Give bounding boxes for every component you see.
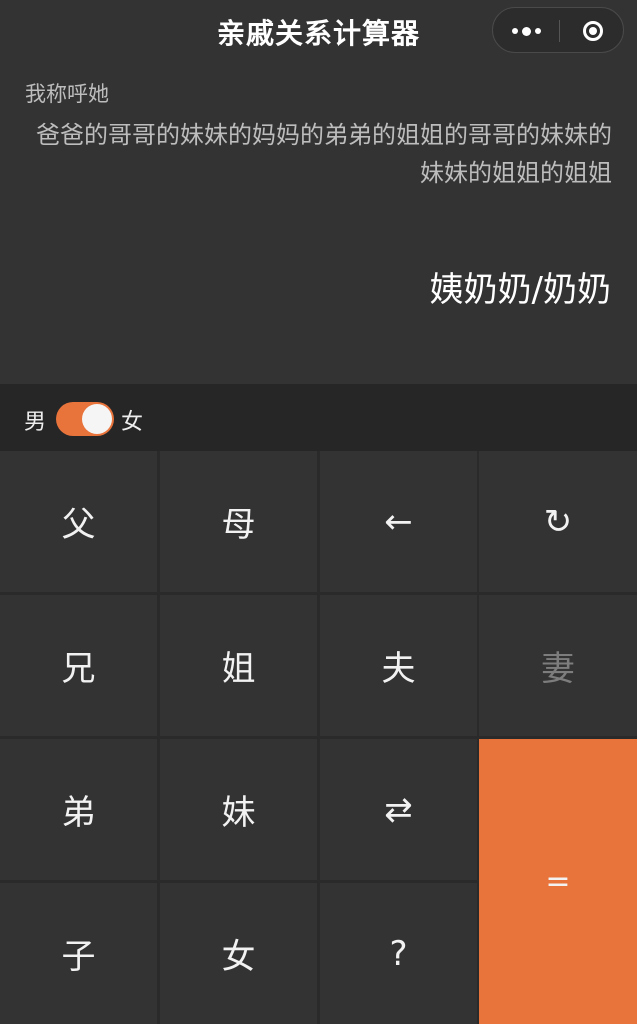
key-older-brother[interactable]: 兄 [0, 595, 157, 736]
key-wife[interactable]: 妻 [479, 595, 637, 736]
key-son[interactable]: 子 [0, 883, 157, 1024]
gender-female-label: 女 [121, 410, 144, 435]
key-husband[interactable]: 夫 [320, 595, 477, 736]
nav-bar: 亲戚关系计算器 [0, 0, 637, 64]
key-younger-brother[interactable]: 弟 [0, 739, 157, 880]
relation-result: 姨奶奶/奶奶 [429, 270, 611, 310]
equals-button[interactable]: = [479, 739, 637, 1024]
reset-button[interactable]: ↻ [479, 451, 637, 592]
display-label: 我称呼她 [25, 82, 109, 106]
key-father[interactable]: 父 [0, 451, 157, 592]
close-button[interactable] [560, 8, 625, 54]
question-button[interactable]: ? [320, 883, 477, 1024]
swap-button[interactable]: ⇄ [320, 739, 477, 880]
capsule-menu [492, 7, 624, 53]
key-daughter[interactable]: 女 [160, 883, 317, 1024]
key-older-sister[interactable]: 姐 [160, 595, 317, 736]
relation-expression: 爸爸的哥哥的妹妹的妈妈的弟弟的姐姐的哥哥的妹妹的妹妹的姐姐的姐姐 [36, 121, 612, 187]
gender-male-label: 男 [24, 410, 47, 435]
toggle-knob [82, 404, 112, 434]
gender-toggle[interactable] [56, 402, 114, 436]
more-dots-icon [510, 26, 543, 36]
more-button[interactable] [493, 8, 559, 54]
target-icon [582, 21, 603, 41]
key-mother[interactable]: 母 [160, 451, 317, 592]
key-younger-sister[interactable]: 妹 [160, 739, 317, 880]
keypad: 父 母 ← ↻ 兄 姐 夫 妻 弟 妹 ⇄ = 子 女 ? [0, 451, 637, 1024]
backspace-button[interactable]: ← [320, 451, 477, 592]
